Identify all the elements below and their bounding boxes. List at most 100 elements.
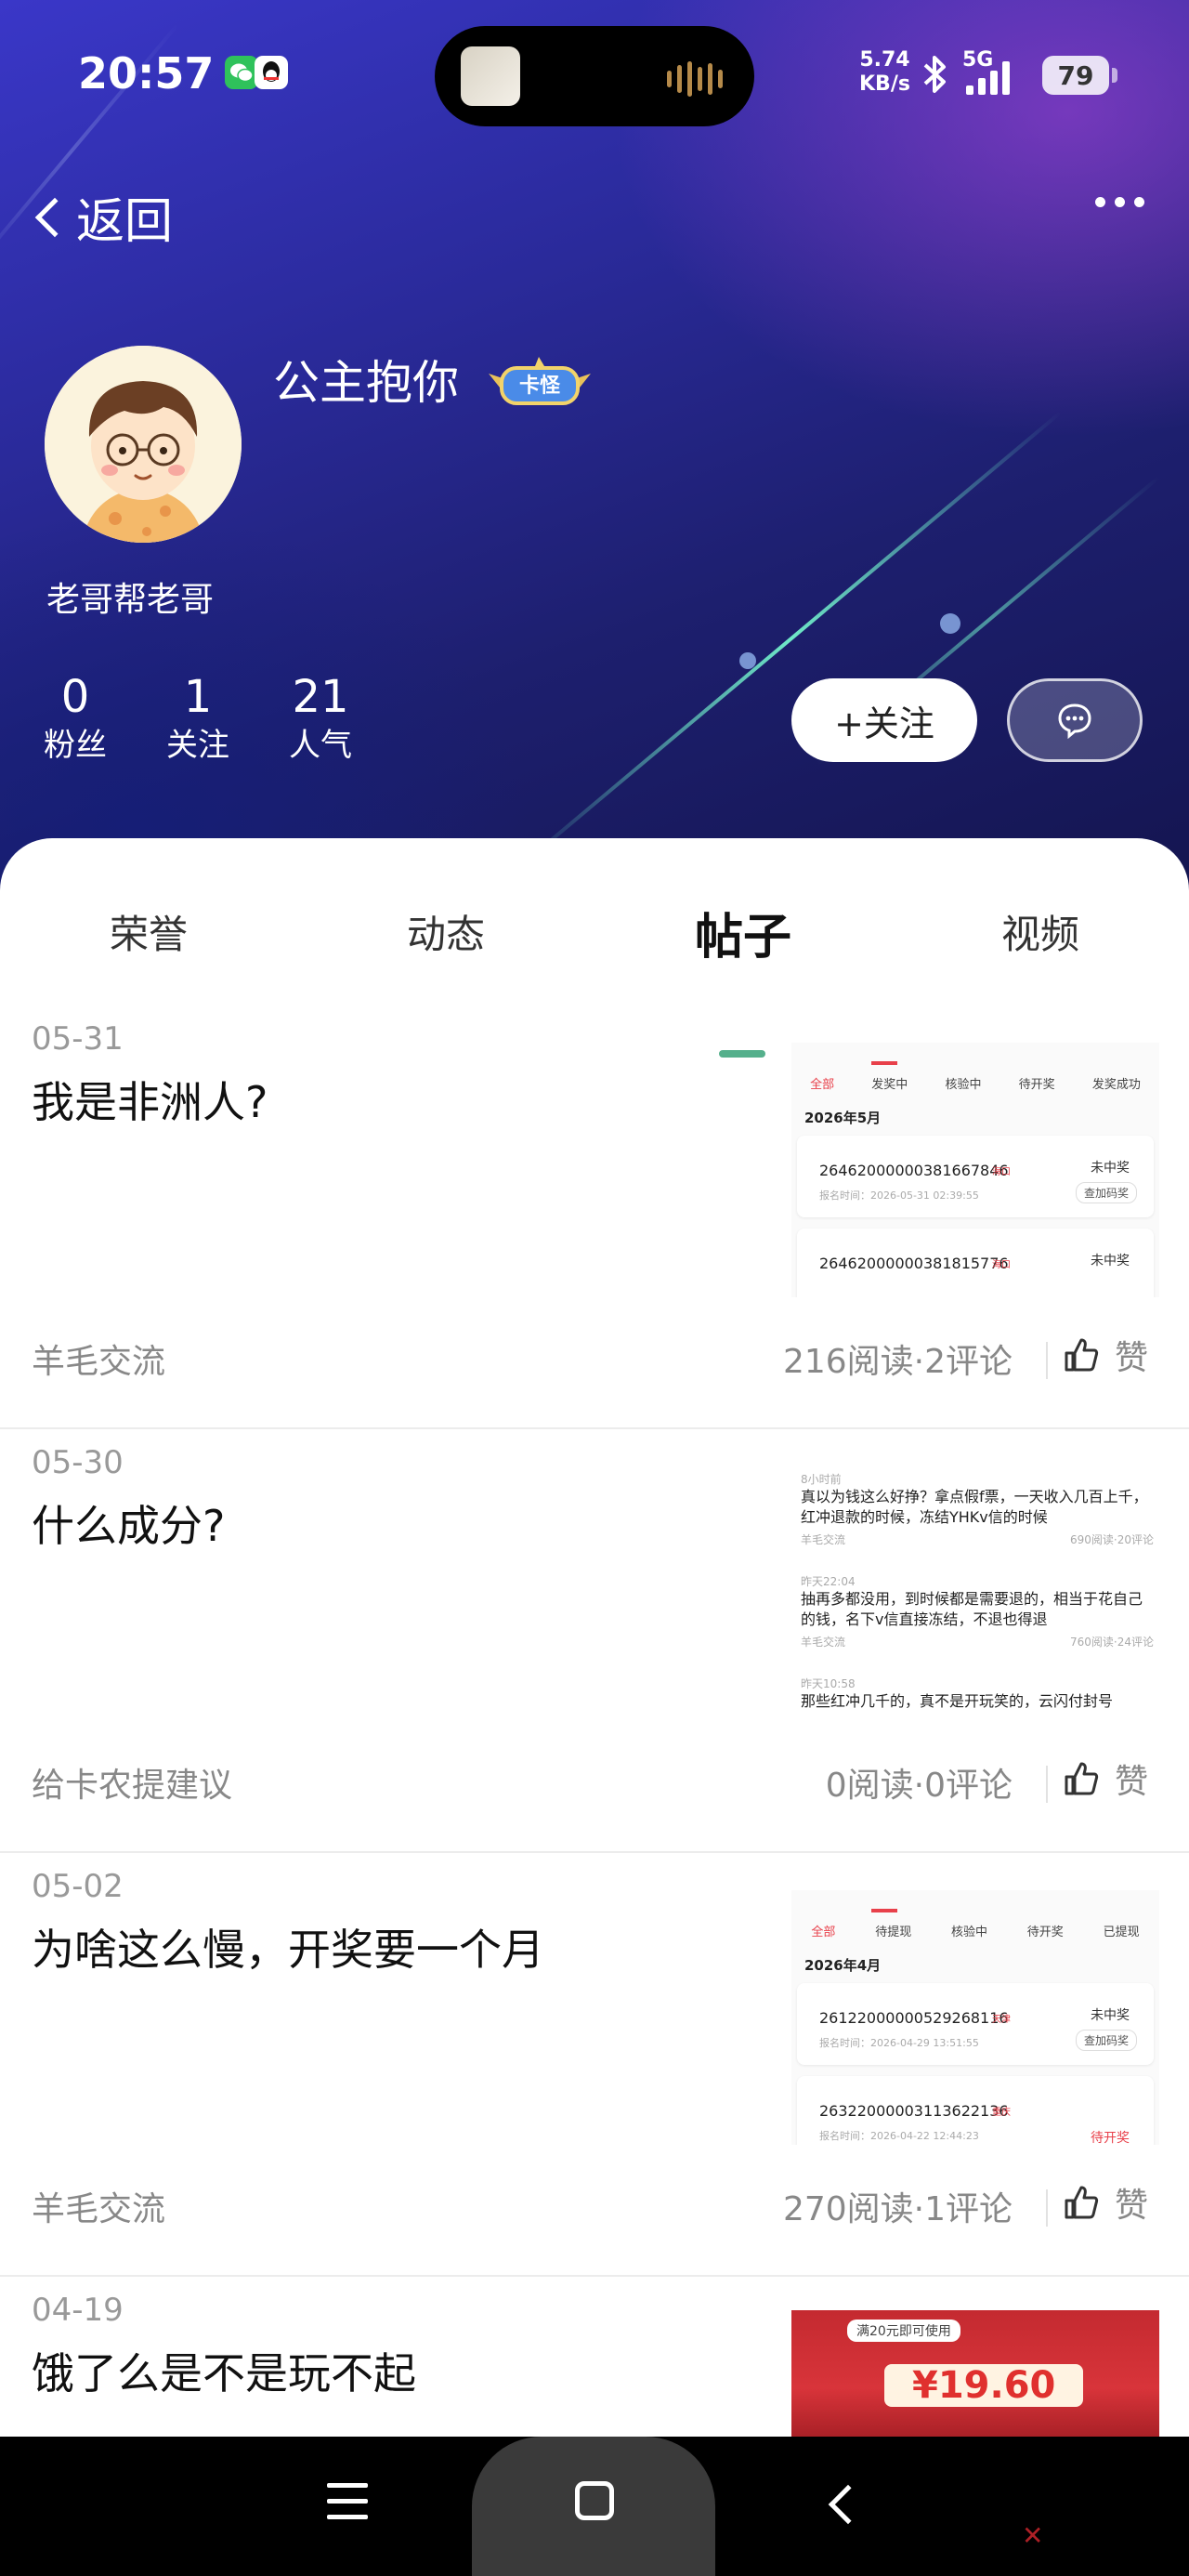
thumb-text: 满20元即可使用 (847, 2320, 960, 2342)
back-nav-icon[interactable] (828, 2484, 869, 2525)
tab-videos[interactable]: 视频 (947, 903, 1133, 960)
post-title: 我是非洲人? (32, 1077, 268, 1127)
thumbs-up-icon (1065, 1338, 1099, 1372)
divider (1046, 1766, 1048, 1803)
thumb-text: 核验中 (945, 1078, 982, 1092)
audio-wave-icon (667, 61, 723, 97)
back-button[interactable]: 返回 (28, 182, 173, 252)
like-label: 赞 (1115, 1339, 1149, 1377)
signal-icon (966, 58, 1010, 95)
stat-value: 0 (60, 671, 90, 723)
more-options-button[interactable] (1095, 197, 1144, 207)
divider (1046, 1342, 1048, 1379)
thumb-text: 全部 (810, 1078, 835, 1092)
now-playing-cover (461, 46, 520, 106)
post-stats: 216阅读·2评论 (782, 1343, 1013, 1381)
post-title: 什么成分? (32, 1501, 226, 1551)
thumb-text: 昨天10:58 (801, 1677, 856, 1690)
thumb-text: 发奖中 (871, 1078, 908, 1092)
message-button[interactable] (1007, 678, 1143, 762)
thumb-text: 已提现 (1103, 1925, 1140, 1939)
thumb-text: 昨天22:04 (801, 1575, 856, 1588)
divider (1046, 2189, 1048, 2227)
like-button[interactable]: 赞 (1063, 1331, 1148, 1379)
post-item[interactable]: 05-02 为啥这么慢，开奖要一个月 全部 待提现 核验中 待开奖 已提现 20… (0, 1853, 1189, 2277)
thumb-text: 海口 (992, 1260, 1011, 1270)
tab-honors[interactable]: 荣誉 (56, 903, 242, 960)
avatar[interactable] (45, 346, 242, 543)
thumb-text: 全部 (811, 1925, 836, 1939)
like-button[interactable]: 赞 (1063, 2178, 1148, 2227)
post-thumbnail: 8小时前 真以为钱这么好挣？拿点假f票，一天收入几百上千，红冲退款的时候，冻结Y… (791, 1466, 1159, 1721)
stat-popularity: 21 人气 (269, 671, 372, 768)
qq-icon (255, 56, 288, 89)
bluetooth-icon (918, 54, 951, 103)
post-item[interactable]: 05-30 什么成分? 8小时前 真以为钱这么好挣？拿点假f票，一天收入几百上千… (0, 1429, 1189, 1853)
home-button[interactable] (472, 2437, 715, 2576)
post-stats: 0阅读·0评论 (825, 1767, 1013, 1805)
tab-posts[interactable]: 帖子 (650, 898, 836, 967)
thumb-text: 2026年5月 (804, 1110, 882, 1126)
thumb-text: 8小时前 (801, 1473, 842, 1486)
thumb-text: 真以为钱这么好挣？拿点假f票，一天收入几百上千，红冲退款的时候，冻结YHKv信的… (801, 1488, 1148, 1526)
thumb-text: 待开奖 (1018, 1078, 1055, 1092)
thumb-text: 报名时间：2026-05-31 02:39:55 (819, 1189, 979, 1202)
stat-fans[interactable]: 0 粉丝 (24, 671, 126, 768)
stat-label: 粉丝 (44, 727, 107, 764)
thumb-text: 26462000000381667846 (819, 1162, 1009, 1179)
post-title: 为啥这么慢，开奖要一个月 (32, 1925, 544, 1975)
signature: 老哥帮老哥 (46, 581, 215, 619)
thumb-text: ¥19.60 (884, 2364, 1084, 2407)
like-button[interactable]: 赞 (1063, 1755, 1148, 1803)
thumb-text: 2026年4月 (804, 1957, 882, 1974)
thumb-text: 690阅读·20评论 (1070, 1533, 1154, 1546)
thumb-text: 待提现 (875, 1925, 912, 1939)
content-sheet: 荣誉 动态 帖子 视频 05-31 我是非洲人? 全部 发奖中 核验中 待开奖 … (0, 838, 1189, 2437)
post-category[interactable]: 给卡农提建议 (32, 1758, 232, 1807)
post-date: 04-19 (32, 2292, 124, 2329)
watermark-logo: ✕ (1022, 2520, 1044, 2551)
thumb-text: 26322000003113622136 (819, 2102, 1009, 2120)
chevron-left-icon (34, 197, 75, 237)
profile-banner: 20:57 5.74 KB/s 5G 79 返回 公主抱你 卡怪 老哥帮老哥 0… (0, 0, 1189, 892)
post-category[interactable]: 羊毛交流 (32, 1334, 165, 1383)
thumb-text: 未中奖 (1091, 1161, 1130, 1176)
thumb-text: 核验中 (950, 1925, 987, 1939)
back-label: 返回 (76, 194, 174, 250)
status-time: 20:57 (78, 48, 215, 99)
thumb-text: 天津 (992, 2015, 1011, 2025)
post-item[interactable]: 04-19 饿了么是不是玩不起 满20元即可使用 ¥19.60 (0, 2277, 1189, 2437)
thumb-text: 760阅读·24评论 (1070, 1636, 1154, 1649)
thumb-text: 重庆 (992, 2108, 1011, 2118)
home-square-icon (575, 2481, 614, 2520)
network-speed: 5.74 KB/s (859, 48, 910, 96)
decorative-dot (739, 652, 756, 669)
tab-activity[interactable]: 动态 (353, 903, 539, 960)
post-title: 饿了么是不是玩不起 (32, 2348, 416, 2399)
menu-icon[interactable] (327, 2483, 368, 2519)
thumb-text: 羊毛交流 (801, 1636, 846, 1649)
dynamic-island[interactable] (435, 26, 754, 126)
stat-following[interactable]: 1 关注 (147, 671, 249, 768)
tab-bar: 荣誉 动态 帖子 视频 (0, 903, 1189, 1058)
post-thumbnail: 全部 发奖中 核验中 待开奖 发奖成功 2026年5月 264620000003… (791, 1043, 1159, 1297)
user-level-badge[interactable]: 卡怪 (485, 355, 594, 407)
battery-indicator: 79 (1042, 56, 1117, 95)
thumb-text: 报名时间：2026-04-22 12:44:23 (819, 2130, 979, 2142)
post-category[interactable]: 羊毛交流 (32, 2182, 165, 2230)
like-label: 赞 (1115, 2187, 1149, 2225)
post-item[interactable]: 05-31 我是非洲人? 全部 发奖中 核验中 待开奖 发奖成功 2026年5月… (0, 1005, 1189, 1429)
badge-label: 卡怪 (518, 375, 560, 398)
thumb-text: 未中奖 (1091, 1254, 1130, 1268)
thumb-text: 26122000000529268116 (819, 2009, 1009, 2027)
nickname: 公主抱你 (273, 356, 459, 410)
stat-label: 关注 (166, 727, 229, 764)
thumb-text: 待开奖 (1026, 1925, 1064, 1939)
follow-button[interactable]: +关注 (791, 678, 977, 762)
thumb-text: 那些红冲几千的，真不是开玩笑的，云闪付封号 (801, 1692, 1114, 1710)
stat-value: 21 (292, 671, 349, 723)
thumbs-up-icon (1065, 1762, 1099, 1795)
thumb-text: 未中奖 (1091, 2008, 1130, 2023)
thumbs-up-icon (1065, 2186, 1099, 2219)
thumb-text: 26462000000381815776 (819, 1255, 1009, 1272)
